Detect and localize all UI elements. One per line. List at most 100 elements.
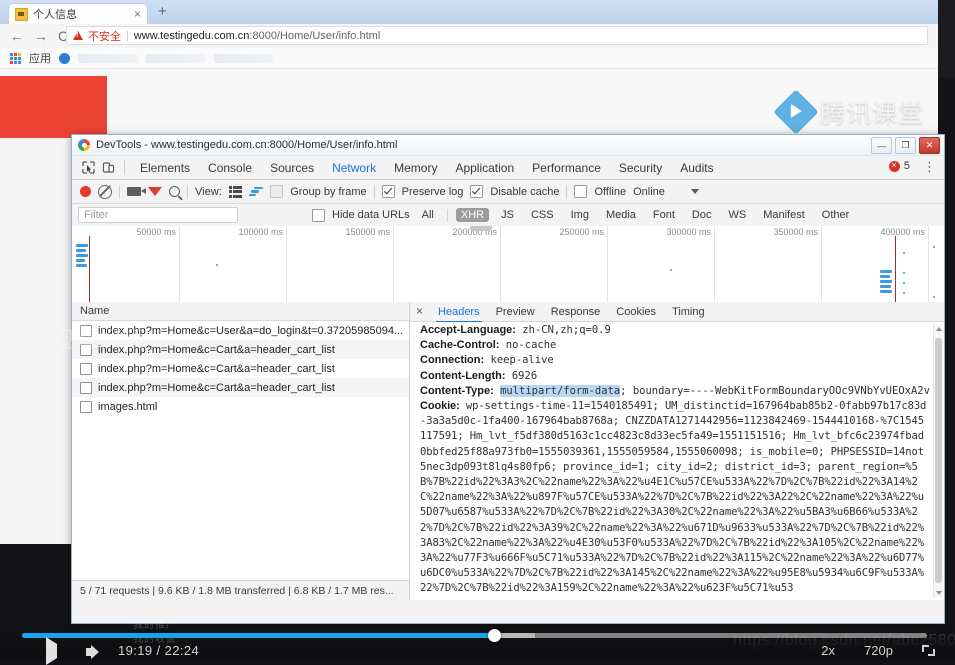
devtools-tab-elements[interactable]: Elements xyxy=(131,158,199,178)
list-view-icon[interactable] xyxy=(228,185,243,198)
type-filter-media[interactable]: Media xyxy=(601,208,641,222)
bookmark-item[interactable] xyxy=(214,53,274,63)
timeline-request-dot xyxy=(903,282,905,284)
type-filter-js[interactable]: JS xyxy=(496,208,519,222)
bookmarks-bar: 应用 xyxy=(0,48,938,69)
row-checkbox-icon[interactable] xyxy=(80,324,92,337)
request-headers-list[interactable]: Accept-Language: zh-CN,zh;q=0.9 Cache-Co… xyxy=(410,322,944,600)
progress-bar[interactable] xyxy=(22,629,927,642)
detail-tab-cookies[interactable]: Cookies xyxy=(609,304,663,320)
network-overview-timeline[interactable]: 50000 ms 100000 ms 150000 ms 200000 ms 2… xyxy=(72,226,944,303)
hide-data-urls-checkbox[interactable] xyxy=(312,208,325,222)
detail-tab-preview[interactable]: Preview xyxy=(489,304,542,320)
row-checkbox-icon[interactable] xyxy=(80,381,92,394)
offline-checkbox[interactable] xyxy=(574,185,588,198)
maximize-button[interactable]: ❐ xyxy=(895,137,916,154)
devtools-tab-network[interactable]: Network xyxy=(323,158,385,182)
type-filter-img[interactable]: Img xyxy=(566,208,594,222)
devtools-tab-sources[interactable]: Sources xyxy=(261,158,323,178)
chevron-down-icon[interactable] xyxy=(690,189,699,194)
capture-screenshots-icon[interactable] xyxy=(127,187,146,196)
group-by-frame-checkbox[interactable] xyxy=(270,185,284,198)
fullscreen-icon[interactable] xyxy=(922,645,935,656)
clear-icon[interactable] xyxy=(98,184,112,199)
disable-cache-checkbox[interactable] xyxy=(470,185,484,198)
timeline-request-bar xyxy=(880,290,892,293)
bookmark-item[interactable] xyxy=(146,53,206,63)
throttling-value[interactable]: Online xyxy=(633,186,665,198)
table-row[interactable]: index.php?m=Home&c=Cart&a=header_cart_li… xyxy=(72,359,409,378)
toolbar-divider xyxy=(566,184,568,199)
type-filter-other[interactable]: Other xyxy=(817,208,855,222)
volume-button[interactable] xyxy=(86,645,99,659)
progress-knob[interactable] xyxy=(488,629,501,642)
bookmark-item[interactable] xyxy=(78,53,138,63)
type-filter-all[interactable]: All xyxy=(417,208,439,222)
header-value: zh-CN,zh;q=0.9 xyxy=(522,324,611,336)
detail-tab-headers[interactable]: Headers xyxy=(431,304,487,323)
devtools-tab-application[interactable]: Application xyxy=(446,158,523,178)
bookmark-favicon-icon[interactable] xyxy=(59,52,70,64)
scroll-down-icon[interactable] xyxy=(936,591,942,595)
type-filter-xhr[interactable]: XHR xyxy=(455,208,490,222)
table-row[interactable]: images.html xyxy=(72,397,409,416)
header-row: Cache-Control: no-cache xyxy=(420,338,930,353)
filter-divider xyxy=(446,208,448,222)
minimize-button[interactable]: — xyxy=(871,137,892,154)
scroll-up-icon[interactable] xyxy=(936,327,942,331)
play-icon xyxy=(46,637,57,665)
back-icon[interactable]: ← xyxy=(10,29,24,43)
inspect-element-icon[interactable] xyxy=(78,159,98,177)
close-icon[interactable]: × xyxy=(134,8,141,20)
browser-tab[interactable]: 个人信息 × xyxy=(8,3,148,24)
url-host: www.testingedu.com.cn xyxy=(133,29,250,42)
preserve-log-checkbox[interactable] xyxy=(381,185,395,198)
scrollbar-thumb[interactable] xyxy=(935,338,942,583)
devtools-tab-audits[interactable]: Audits xyxy=(671,158,722,178)
type-filter-manifest[interactable]: Manifest xyxy=(758,208,810,222)
devtools-tab-security[interactable]: Security xyxy=(610,158,671,178)
offline-label: Offline xyxy=(594,185,627,198)
apps-grid-icon[interactable] xyxy=(10,52,21,64)
timeline-resize-handle[interactable] xyxy=(470,226,492,231)
type-filter-ws[interactable]: WS xyxy=(723,208,751,222)
play-button[interactable] xyxy=(46,637,57,665)
device-toolbar-icon[interactable] xyxy=(98,159,118,177)
bookmark-apps-label[interactable]: 应用 xyxy=(29,50,51,66)
devtools-tab-performance[interactable]: Performance xyxy=(523,158,610,178)
timeline-request-bar xyxy=(880,285,891,288)
chrome-logo-icon xyxy=(78,139,90,151)
filter-input[interactable]: Filter xyxy=(78,207,238,223)
new-tab-button[interactable]: + xyxy=(158,4,167,19)
page-banner-block xyxy=(0,76,107,138)
detail-tab-timing[interactable]: Timing xyxy=(665,304,712,320)
row-checkbox-icon[interactable] xyxy=(80,343,92,356)
selected-text[interactable]: multipart/form-data xyxy=(500,384,621,397)
quality-button[interactable]: 720p xyxy=(864,643,893,658)
waterfall-view-icon[interactable] xyxy=(249,186,264,197)
table-row[interactable]: index.php?m=Home&c=Cart&a=header_cart_li… xyxy=(72,340,409,359)
devtools-more-menu-icon[interactable]: ⋮ xyxy=(923,159,936,175)
filter-icon[interactable] xyxy=(148,187,162,209)
type-filter-font[interactable]: Font xyxy=(648,208,680,222)
close-icon[interactable]: × xyxy=(416,305,423,317)
table-row[interactable]: index.php?m=Home&c=User&a=do_login&t=0.3… xyxy=(72,321,409,340)
detail-tab-response[interactable]: Response xyxy=(544,304,608,320)
tab-favicon-icon xyxy=(15,7,28,21)
devtools-tab-memory[interactable]: Memory xyxy=(385,158,446,178)
header-value: wp-settings-time-11=1540185491; UM_disti… xyxy=(420,400,927,595)
close-button[interactable]: ✕ xyxy=(919,137,940,154)
error-count-badge[interactable]: 5 xyxy=(888,160,910,172)
type-filter-doc[interactable]: Doc xyxy=(687,208,717,222)
address-bar[interactable]: 不安全 | www.testingedu.com.cn:8000/Home/Us… xyxy=(66,26,928,45)
playback-speed-button[interactable]: 2x xyxy=(821,643,835,658)
table-row[interactable]: index.php?m=Home&c=Cart&a=header_cart_li… xyxy=(72,378,409,397)
search-icon[interactable] xyxy=(169,186,180,197)
row-checkbox-icon[interactable] xyxy=(80,400,92,413)
devtools-tab-console[interactable]: Console xyxy=(199,158,261,178)
row-checkbox-icon[interactable] xyxy=(80,362,92,375)
record-icon[interactable] xyxy=(80,186,91,197)
forward-icon[interactable]: → xyxy=(34,29,48,43)
headers-scrollbar[interactable] xyxy=(933,324,943,598)
type-filter-css[interactable]: CSS xyxy=(526,208,559,222)
